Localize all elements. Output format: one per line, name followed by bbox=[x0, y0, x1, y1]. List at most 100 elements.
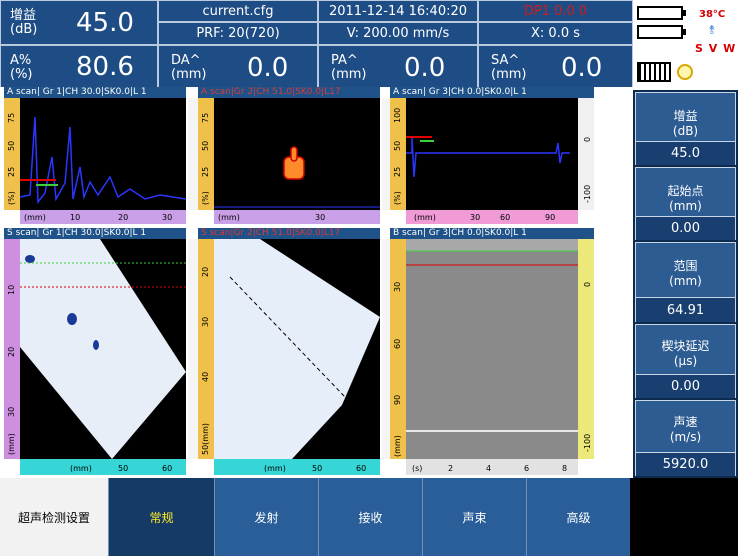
sa-readout[interactable]: SA^ (mm) 0.0 bbox=[478, 45, 633, 90]
s2-x-2: 60 bbox=[356, 464, 366, 473]
s1-y-0: 10 bbox=[7, 285, 16, 295]
tab-receive[interactable]: 接收 bbox=[318, 478, 422, 556]
tab-beam[interactable]: 声束 bbox=[422, 478, 526, 556]
sidebar-item-label: 增益 bbox=[673, 109, 698, 123]
clock-icon bbox=[677, 64, 693, 80]
tab-general[interactable]: 常规 bbox=[108, 478, 214, 556]
a3-x-3: 90 bbox=[545, 213, 555, 222]
b3-plot bbox=[406, 239, 578, 459]
s1-y-1: 20 bbox=[7, 347, 16, 357]
velocity-readout: V: 200.00 mm/s bbox=[318, 22, 478, 45]
x-readout: X: 0.0 s bbox=[478, 22, 633, 45]
sidebar-item-gain[interactable]: 增益 (dB) 45.0 bbox=[635, 92, 736, 165]
tab-advanced[interactable]: 高级 bbox=[526, 478, 630, 556]
b3-y-1: 60 bbox=[393, 339, 402, 349]
scan-display-svg: 75 50 25 (%) (mm) 10 20 30 75 50 25 (%) … bbox=[4, 98, 594, 475]
b3-x-0: (s) bbox=[412, 464, 422, 473]
tab-transmit[interactable]: 发射 bbox=[214, 478, 318, 556]
date-time: 2011-12-14 16:40:20 bbox=[318, 0, 478, 22]
sidebar-item-value: 45.0 bbox=[636, 141, 735, 165]
sidebar-item-value: 0.00 bbox=[636, 374, 735, 398]
battery-tip bbox=[683, 10, 686, 16]
b3-colorbar bbox=[382, 239, 390, 459]
s2-title[interactable]: S scan|Gr 2|CH 51.0|SK0.0|L17 bbox=[198, 228, 380, 239]
battery-icon bbox=[637, 25, 683, 39]
sidebar-item-unit: (dB) bbox=[672, 124, 699, 138]
b3-title[interactable]: B scan| Gr 3|CH 0.0|SK0.0|L 1 bbox=[390, 228, 594, 239]
b3-x-1: 2 bbox=[448, 464, 453, 473]
s1-y-2: 30 bbox=[7, 407, 16, 417]
sidebar-item-start[interactable]: 起始点 (mm) 0.00 bbox=[635, 167, 736, 240]
amplitude-unit: (%) bbox=[10, 67, 33, 82]
da-value: 0.0 bbox=[247, 53, 289, 83]
s1-x-2: 60 bbox=[162, 464, 172, 473]
da-readout[interactable]: DA^ (mm) 0.0 bbox=[158, 45, 318, 90]
amplitude-readout[interactable]: A% (%) 80.6 bbox=[0, 45, 158, 90]
a2-y-2: 25 bbox=[201, 167, 210, 177]
s2-colorbar bbox=[188, 239, 198, 459]
sidebar-item-range[interactable]: 范围 (mm) 64.91 bbox=[635, 242, 736, 322]
a3-title[interactable]: A scan| Gr 3|CH 0.0|SK0.0|L 1 bbox=[390, 87, 594, 98]
a3-y-0: 100 bbox=[393, 108, 402, 123]
sa-unit: (mm) bbox=[491, 67, 527, 82]
b3-top-band bbox=[406, 239, 578, 251]
pa-label: PA^ bbox=[331, 53, 358, 68]
sidebar-item-unit: (m/s) bbox=[669, 430, 702, 444]
config-file: current.cfg bbox=[158, 0, 318, 22]
gain-readout[interactable]: 增益 (dB) 45.0 bbox=[0, 0, 158, 45]
s1-echo bbox=[25, 255, 35, 263]
s2-y-3: 50(mm) bbox=[201, 423, 210, 455]
sidebar-item-label: 声速 bbox=[673, 415, 698, 429]
a1-x-0: (mm) bbox=[24, 213, 46, 222]
bottom-menu: 超声检测设置 常规 发射 接收 声束 高级 bbox=[0, 478, 738, 558]
s2-y-1: 30 bbox=[201, 317, 210, 327]
s2-y-2: 40 bbox=[201, 372, 210, 382]
pa-readout[interactable]: PA^ (mm) 0.0 bbox=[318, 45, 478, 90]
a3-plot bbox=[406, 98, 578, 210]
scan-display: 75 50 25 (%) (mm) 10 20 30 75 50 25 (%) … bbox=[0, 87, 633, 478]
prf-readout: PRF: 20(720) bbox=[158, 22, 318, 45]
a3-y-2: 25 bbox=[393, 167, 402, 177]
amplitude-label: A% bbox=[10, 53, 32, 68]
sa-value: 0.0 bbox=[561, 53, 603, 83]
gain-label: 增益 bbox=[10, 8, 37, 23]
a2-y-1: 50 bbox=[201, 141, 210, 151]
temperature: 38°C bbox=[699, 9, 726, 20]
s1-echo bbox=[67, 313, 77, 325]
b3-right-ruler bbox=[578, 239, 594, 459]
battery-icon bbox=[637, 6, 683, 20]
da-unit: (mm) bbox=[171, 67, 207, 82]
gain-unit: (dB) bbox=[10, 22, 38, 37]
dp-readout: DP1 0.0 0 bbox=[478, 0, 633, 22]
b3-xaxis bbox=[406, 459, 578, 475]
s2-x-0: (mm) bbox=[264, 464, 286, 473]
keyboard-icon[interactable] bbox=[637, 62, 671, 82]
b3-x-4: 8 bbox=[562, 464, 567, 473]
a2-title[interactable]: A scan|Gr 2|CH 51.0|SK0.0|L17 bbox=[198, 87, 380, 98]
pa-unit: (mm) bbox=[331, 67, 367, 82]
tab-blank bbox=[630, 478, 738, 556]
a3-x-2: 60 bbox=[500, 213, 510, 222]
a3-y-1: 50 bbox=[393, 141, 402, 151]
s1-title[interactable]: S scan| Gr 1|CH 30.0|SK0.0|L 1 bbox=[4, 228, 186, 239]
a1-x-1: 10 bbox=[70, 213, 80, 222]
a2-x-0: (mm) bbox=[218, 213, 240, 222]
a1-title[interactable]: A scan| Gr 1|CH 30.0|SK0.0|L 1 bbox=[4, 87, 186, 98]
sidebar-item-unit: (μs) bbox=[673, 354, 698, 368]
s2-y-0: 20 bbox=[201, 267, 210, 277]
sidebar-item-wedge-delay[interactable]: 楔块延迟 (μs) 0.00 bbox=[635, 324, 736, 398]
signal-icon: ⥉ bbox=[709, 23, 715, 37]
sidebar-item-label: 起始点 bbox=[667, 184, 704, 198]
menu-ut-settings[interactable]: 超声检测设置 bbox=[0, 478, 108, 556]
a2-x-1: 30 bbox=[315, 213, 325, 222]
a1-y-1: 50 bbox=[7, 141, 16, 151]
a3-colorbar bbox=[382, 98, 390, 210]
amplitude-value: 80.6 bbox=[76, 52, 134, 82]
pa-value: 0.0 bbox=[404, 53, 446, 83]
s1-echo bbox=[93, 340, 99, 350]
sidebar-item-velocity[interactable]: 声速 (m/s) 5920.0 bbox=[635, 400, 736, 476]
gain-value: 45.0 bbox=[76, 8, 134, 38]
status-area: 38°C ⥉ S V W bbox=[633, 0, 738, 90]
a1-y-3: (%) bbox=[7, 191, 16, 205]
a3-y-3: (%) bbox=[393, 191, 402, 205]
